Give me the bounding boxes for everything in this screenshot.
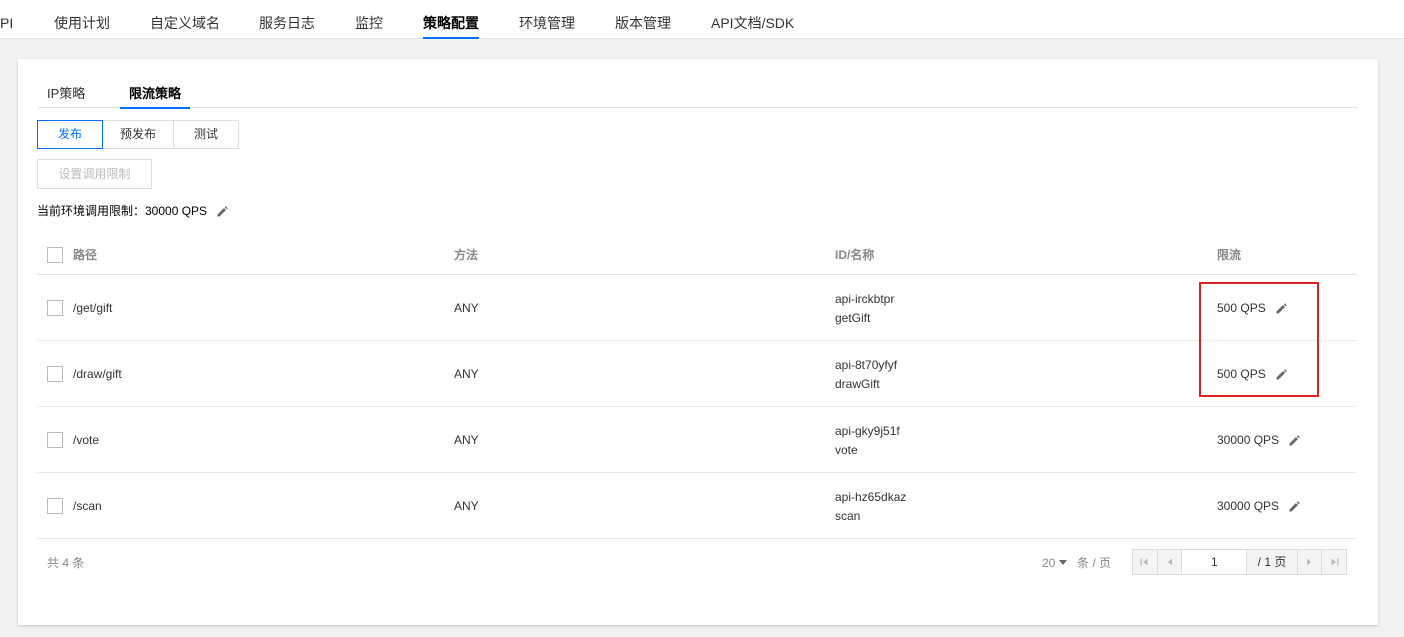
total-count: 共 4 条 — [47, 556, 85, 570]
row-method: ANY — [454, 499, 479, 513]
row-method: ANY — [454, 367, 479, 381]
header-rate-limit: 限流 — [1217, 248, 1242, 262]
row-api-id: api-gky9j51f — [835, 424, 900, 438]
tab-usage-plan[interactable]: 使用计划 — [54, 0, 110, 39]
row-checkbox[interactable] — [47, 498, 63, 514]
row-id-name: api-irckbtpr getGift — [835, 290, 894, 328]
row-checkbox[interactable] — [47, 366, 63, 382]
tab-policy-config[interactable]: 策略配置 — [423, 0, 479, 39]
last-page-icon[interactable] — [1321, 550, 1346, 574]
table-row: /get/gift ANY api-irckbtpr getGift 500 Q… — [37, 275, 1357, 341]
row-api-name: scan — [835, 509, 861, 523]
policy-subtabs: IP策略 限流策略 — [38, 79, 1358, 109]
row-api-name: getGift — [835, 311, 871, 325]
tab-api-docs-sdk[interactable]: API文档/SDK — [711, 0, 794, 39]
row-api-id: api-irckbtpr — [835, 292, 895, 306]
row-checkbox[interactable] — [47, 432, 63, 448]
tab-environment-management[interactable]: 环境管理 — [519, 0, 575, 39]
row-rate-limit: 30000 QPS — [1217, 432, 1301, 448]
table-row: /draw/gift ANY api-8t70yfyf drawGift 500… — [37, 341, 1357, 407]
page-size-value: 20 — [1042, 556, 1056, 570]
pencil-icon[interactable] — [1288, 434, 1301, 447]
pencil-icon[interactable] — [1275, 368, 1288, 381]
select-all-checkbox[interactable] — [47, 247, 63, 263]
env-limit-text: 当前环境调用限制：30000 QPS — [37, 204, 208, 218]
row-method: ANY — [454, 301, 479, 315]
env-prerelease-button[interactable]: 预发布 — [102, 120, 174, 149]
next-page-icon[interactable] — [1296, 550, 1322, 574]
tab-version-management[interactable]: 版本管理 — [615, 0, 671, 39]
row-method: ANY — [454, 433, 479, 447]
row-qps-value: 30000 QPS — [1217, 433, 1280, 447]
row-checkbox[interactable] — [47, 300, 63, 316]
total-pages: / 1 页 — [1247, 550, 1297, 574]
env-limit-line: 当前环境调用限制：30000 QPS — [37, 203, 229, 219]
top-navigation: PI 使用计划 自定义域名 服务日志 监控 策略配置 环境管理 版本管理 API… — [0, 0, 1404, 39]
per-page-label: 条 / 页 — [1077, 556, 1112, 570]
row-api-id: api-8t70yfyf — [835, 358, 898, 372]
content-panel: IP策略 限流策略 发布 预发布 测试 设置调用限制 当前环境调用限制：3000… — [18, 59, 1378, 625]
env-test-button[interactable]: 测试 — [173, 120, 239, 149]
header-id-name: ID/名称 — [835, 248, 875, 262]
row-qps-value: 30000 QPS — [1217, 499, 1280, 513]
subtab-rate-limit-policy[interactable]: 限流策略 — [119, 79, 191, 109]
row-path: /get/gift — [73, 301, 113, 315]
table-header: 路径 方法 ID/名称 限流 — [37, 235, 1357, 275]
row-id-name: api-8t70yfyf drawGift — [835, 356, 897, 394]
row-rate-limit: 500 QPS — [1217, 300, 1288, 316]
row-qps-value: 500 QPS — [1217, 367, 1266, 381]
page-size-select[interactable]: 20 — [1042, 555, 1071, 571]
row-path: /scan — [73, 499, 102, 513]
row-path: /draw/gift — [73, 367, 122, 381]
first-page-icon[interactable] — [1133, 550, 1158, 574]
row-qps-value: 500 QPS — [1217, 301, 1266, 315]
tab-api-overview[interactable]: PI — [0, 0, 13, 39]
header-path: 路径 — [73, 248, 98, 262]
tab-custom-domain[interactable]: 自定义域名 — [150, 0, 220, 39]
row-path: /vote — [73, 433, 100, 447]
header-method: 方法 — [454, 248, 479, 262]
pencil-icon[interactable] — [216, 205, 229, 218]
row-api-name: drawGift — [835, 377, 880, 391]
set-call-limit-button[interactable]: 设置调用限制 — [37, 159, 152, 189]
table-row: /scan ANY api-hz65dkaz scan 30000 QPS — [37, 473, 1357, 539]
row-api-name: vote — [835, 443, 858, 457]
pagination: / 1 页 — [1132, 549, 1347, 575]
env-release-button[interactable]: 发布 — [37, 120, 103, 149]
table-row: /vote ANY api-gky9j51f vote 30000 QPS — [37, 407, 1357, 473]
page-number-input[interactable] — [1182, 550, 1248, 574]
row-id-name: api-hz65dkaz scan — [835, 488, 906, 526]
subtab-ip-policy[interactable]: IP策略 — [47, 79, 85, 108]
tab-monitoring[interactable]: 监控 — [355, 0, 383, 39]
pencil-icon[interactable] — [1275, 302, 1288, 315]
tab-service-logs[interactable]: 服务日志 — [259, 0, 315, 39]
prev-page-icon[interactable] — [1157, 550, 1183, 574]
row-api-id: api-hz65dkaz — [835, 490, 907, 504]
row-id-name: api-gky9j51f vote — [835, 422, 900, 460]
environment-switcher: 发布 预发布 测试 — [37, 120, 239, 149]
row-rate-limit: 500 QPS — [1217, 366, 1288, 382]
pencil-icon[interactable] — [1288, 500, 1301, 513]
caret-down-icon — [1059, 560, 1068, 566]
row-rate-limit: 30000 QPS — [1217, 498, 1301, 514]
